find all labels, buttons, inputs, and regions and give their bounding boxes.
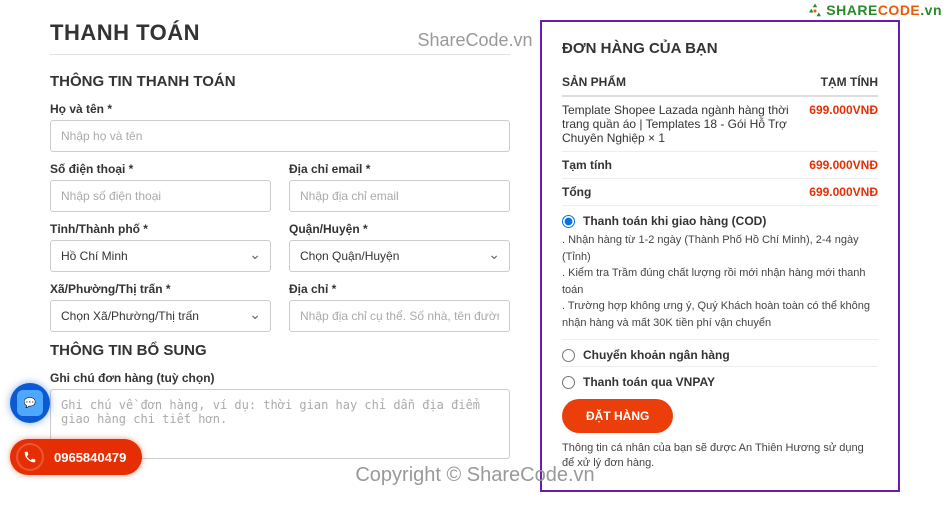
fullname-label: Họ và tên * [50, 102, 510, 116]
order-heading: ĐƠN HÀNG CỦA BẠN [562, 40, 878, 57]
page-title: THANH TOÁN [50, 20, 510, 46]
brand-logo: SHARECODE.vn [806, 2, 942, 20]
col-subtotal: TẠM TÍNH [821, 75, 878, 89]
order-summary-box: ĐƠN HÀNG CỦA BẠN SẢN PHẨM TẠM TÍNH Templ… [540, 20, 900, 492]
divider [50, 54, 510, 55]
district-select[interactable]: Chọn Quận/Huyện [289, 240, 510, 272]
payment-cod-desc: . Nhận hàng từ 1-2 ngày (Thành Phố Hồ Ch… [562, 232, 878, 339]
total-label: Tổng [562, 185, 591, 199]
billing-heading: THÔNG TIN THANH TOÁN [50, 73, 510, 90]
payment-cod-label: Thanh toán khi giao hàng (COD) [583, 214, 766, 228]
ward-label: Xã/Phường/Thị trấn * [50, 282, 271, 296]
recycle-icon [806, 2, 824, 20]
order-item-name: Template Shopee Lazada ngành hàng thời t… [562, 103, 809, 145]
phone-input[interactable] [50, 180, 271, 212]
subtotal-label: Tạm tính [562, 158, 612, 172]
payment-bank-label: Chuyển khoản ngân hàng [583, 348, 730, 362]
phone-widget-button[interactable]: 0965840479 [10, 439, 142, 475]
chat-icon: 💬 [17, 390, 43, 416]
ward-select[interactable]: Chọn Xã/Phường/Thị trấn [50, 300, 271, 332]
payment-bank-radio[interactable] [562, 349, 575, 362]
col-product: SẢN PHẨM [562, 75, 626, 89]
privacy-note: Thông tin cá nhân của bạn sẽ được An Thi… [562, 441, 878, 472]
order-note-label: Ghi chú đơn hàng (tuỳ chọn) [50, 371, 510, 385]
province-label: Tỉnh/Thành phố * [50, 222, 271, 236]
extra-heading: THÔNG TIN BỔ SUNG [50, 342, 510, 359]
province-select[interactable]: Hồ Chí Minh [50, 240, 271, 272]
phone-icon [16, 443, 44, 471]
payment-cod-radio[interactable] [562, 215, 575, 228]
phone-label: Số điện thoại * [50, 162, 271, 176]
email-input[interactable] [289, 180, 510, 212]
district-label: Quận/Huyện * [289, 222, 510, 236]
email-label: Địa chỉ email * [289, 162, 510, 176]
phone-number: 0965840479 [54, 450, 126, 465]
subtotal-value: 699.000VNĐ [809, 158, 878, 172]
address-input[interactable] [289, 300, 510, 332]
order-item-price: 699.000VNĐ [809, 103, 878, 145]
address-label: Địa chỉ * [289, 282, 510, 296]
fullname-input[interactable] [50, 120, 510, 152]
chat-widget-button[interactable]: 💬 [10, 383, 50, 423]
payment-vnpay-radio[interactable] [562, 376, 575, 389]
place-order-button[interactable]: ĐẶT HÀNG [562, 399, 673, 433]
total-value: 699.000VNĐ [809, 185, 878, 199]
payment-vnpay-label: Thanh toán qua VNPAY [583, 375, 715, 389]
